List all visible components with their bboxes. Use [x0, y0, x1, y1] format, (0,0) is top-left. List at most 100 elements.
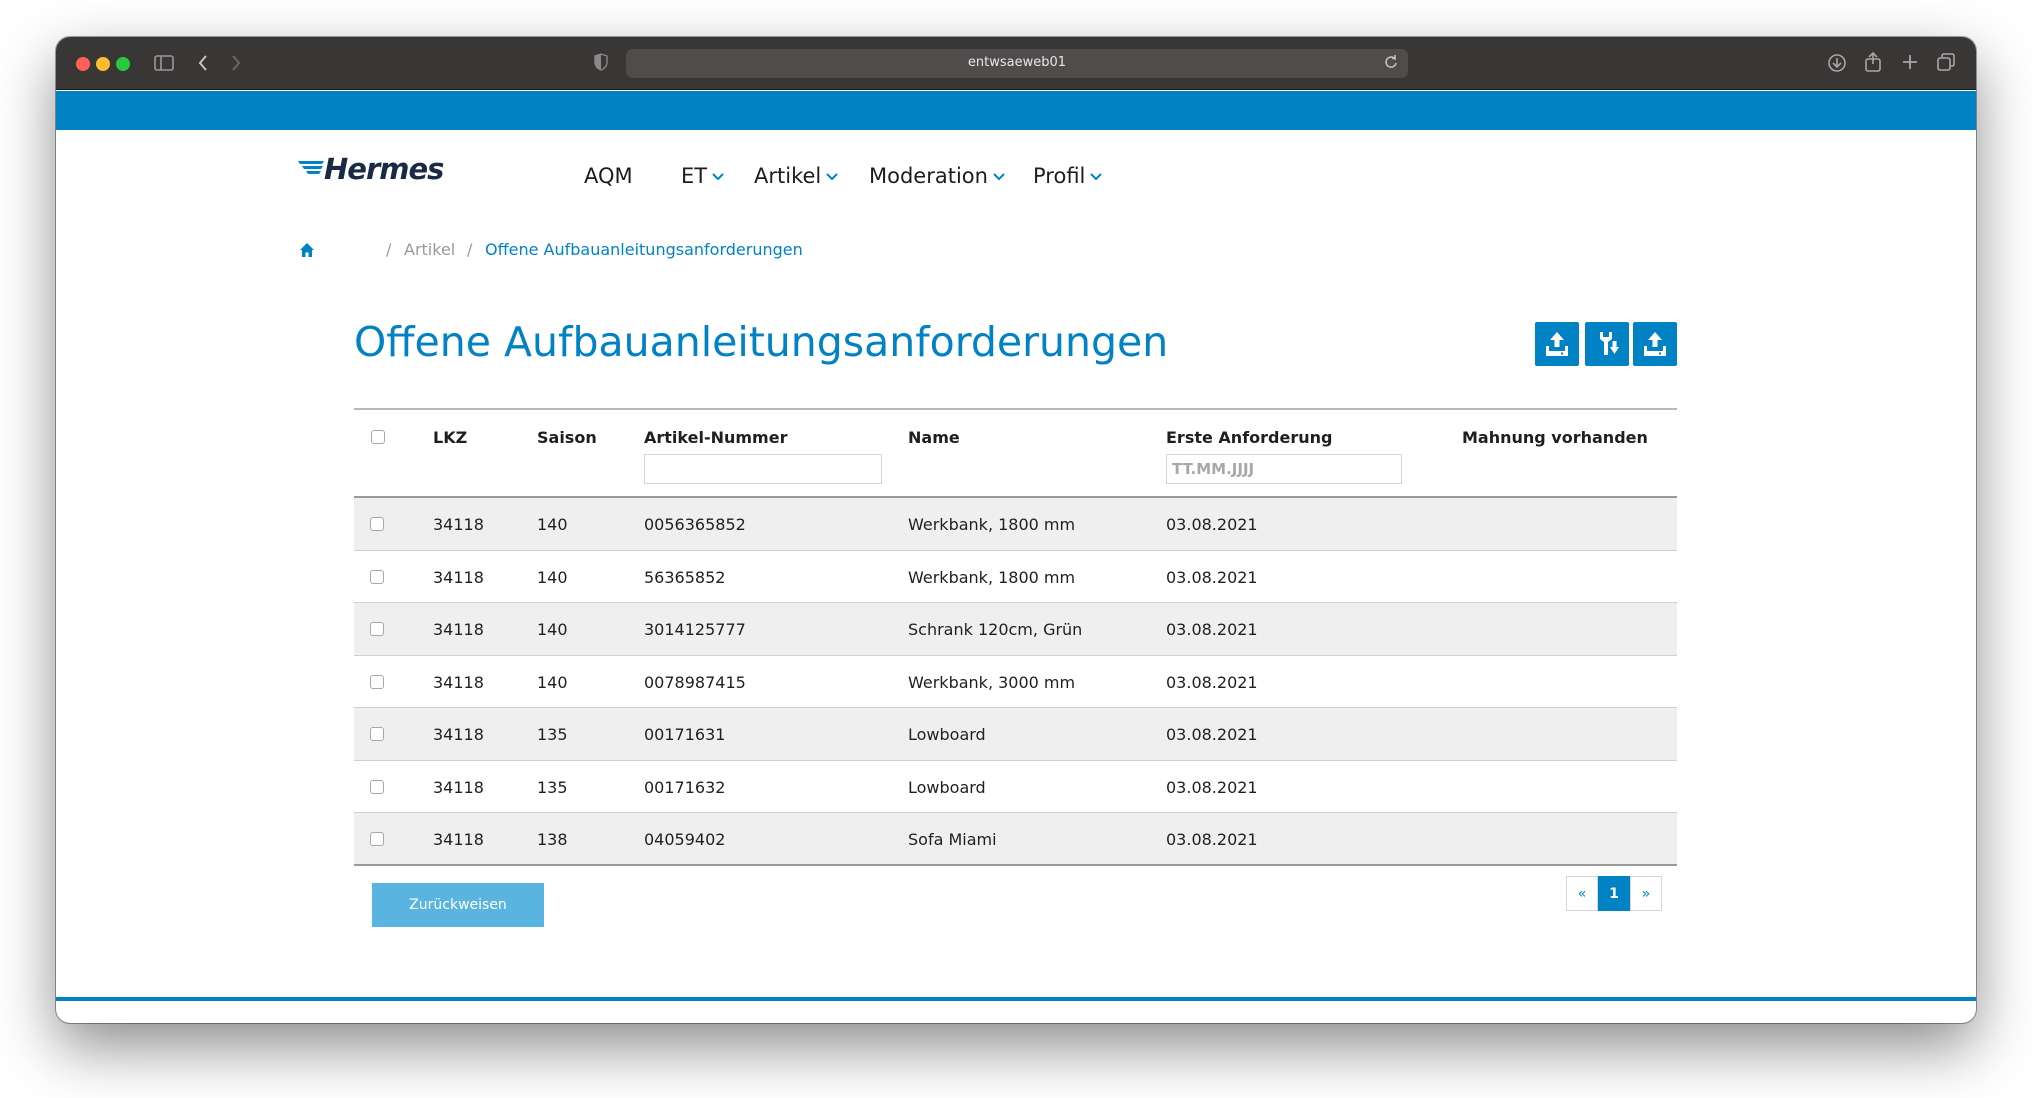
cell-saison: 140: [537, 567, 568, 587]
nav-et[interactable]: ET: [681, 164, 725, 188]
cell-lkz: 34118: [433, 725, 484, 744]
pagination: « 1 »: [1566, 876, 1662, 911]
nav-et-label: ET: [681, 164, 708, 188]
reject-button[interactable]: Zurückweisen: [372, 883, 544, 927]
pagination-prev[interactable]: «: [1566, 876, 1598, 911]
reload-icon[interactable]: [1384, 54, 1398, 70]
table-row[interactable]: 34118 135 00171632 Lowboard 03.08.2021: [354, 761, 1677, 813]
column-header-artikel-nummer[interactable]: Artikel-Nummer: [644, 428, 787, 447]
nav-artikel[interactable]: Artikel: [754, 164, 839, 188]
pagination-page-1[interactable]: 1: [1598, 876, 1630, 911]
downloads-icon[interactable]: [1827, 53, 1847, 73]
cell-erste-anforderung: 03.08.2021: [1166, 515, 1258, 534]
breadcrumb-current: Offene Aufbauanleitungsanforderungen: [485, 240, 803, 259]
row-checkbox[interactable]: [370, 517, 384, 531]
download-tool-icon: [1600, 332, 1619, 355]
table-row[interactable]: 34118 140 3014125777 Schrank 120cm, Grün…: [354, 603, 1677, 656]
erste-anforderung-filter-input[interactable]: [1166, 454, 1402, 484]
table-row[interactable]: 34118 135 00171631 Lowboard 03.08.2021: [354, 708, 1677, 761]
row-checkbox[interactable]: [370, 727, 384, 741]
row-checkbox[interactable]: [370, 622, 384, 636]
nav-moderation-label: Moderation: [869, 164, 988, 188]
column-header-name[interactable]: Name: [908, 428, 960, 447]
nav-aqm-label: AQM: [584, 164, 633, 188]
column-header-saison[interactable]: Saison: [537, 428, 597, 447]
close-window-button[interactable]: [76, 57, 90, 71]
column-header-lkz[interactable]: LKZ: [433, 428, 467, 447]
logo-text: Hermes: [324, 152, 444, 186]
row-checkbox[interactable]: [370, 674, 384, 689]
table-row[interactable]: 34118 138 04059402 Sofa Miami 03.08.2021: [354, 813, 1677, 866]
breadcrumb-item-artikel[interactable]: Artikel: [404, 240, 455, 259]
cell-erste-anforderung: 03.08.2021: [1166, 777, 1258, 797]
upload-icon: [1644, 332, 1666, 356]
cell-name: Sofa Miami: [908, 830, 997, 849]
share-icon[interactable]: [1864, 51, 1882, 73]
back-icon[interactable]: [197, 54, 209, 72]
home-icon[interactable]: [299, 242, 315, 258]
table-row[interactable]: 34118 140 0056365852 Werkbank, 1800 mm 0…: [354, 498, 1677, 551]
select-all-checkbox[interactable]: [371, 430, 385, 444]
cell-name: Werkbank, 1800 mm: [908, 567, 1076, 587]
new-tab-icon[interactable]: [1902, 54, 1918, 70]
chevron-down-icon: [1090, 173, 1103, 181]
minimize-window-button[interactable]: [96, 57, 110, 71]
cell-saison: 140: [537, 515, 568, 534]
cell-artikel-nummer: 3014125777: [644, 620, 746, 639]
breadcrumb-separator: /: [386, 240, 392, 259]
chevron-down-icon: [993, 173, 1005, 181]
footer-line: [56, 997, 1976, 1001]
cell-saison: 140: [537, 672, 568, 692]
cell-lkz: 34118: [433, 672, 484, 692]
artikel-nummer-filter-input[interactable]: [644, 454, 882, 484]
row-checkbox[interactable]: [370, 779, 384, 794]
zoom-window-button[interactable]: [116, 57, 130, 71]
cell-lkz: 34118: [433, 830, 484, 849]
download-tool-button[interactable]: [1585, 322, 1629, 366]
upload-button[interactable]: [1535, 322, 1579, 366]
upload-button[interactable]: [1633, 322, 1677, 366]
upload-icon: [1546, 332, 1568, 356]
cell-lkz: 34118: [433, 777, 484, 797]
hermes-logo[interactable]: Hermes: [298, 152, 458, 186]
pagination-next[interactable]: »: [1630, 876, 1662, 911]
nav-aqm[interactable]: AQM: [584, 164, 633, 188]
cell-saison: 140: [537, 620, 568, 639]
cell-erste-anforderung: 03.08.2021: [1166, 567, 1258, 587]
cell-artikel-nummer: 00171631: [644, 725, 726, 744]
cell-erste-anforderung: 03.08.2021: [1166, 672, 1258, 692]
nav-profil[interactable]: Profil: [1033, 164, 1103, 188]
column-header-erste-anforderung[interactable]: Erste Anforderung: [1166, 428, 1332, 447]
cell-erste-anforderung: 03.08.2021: [1166, 620, 1258, 639]
privacy-shield-icon[interactable]: [594, 53, 608, 71]
table-header: LKZ Saison Artikel-Nummer Name Erste Anf…: [354, 408, 1677, 498]
address-bar[interactable]: entwsaeweb01: [626, 49, 1408, 78]
tab-overview-icon[interactable]: [1937, 53, 1955, 71]
cell-erste-anforderung: 03.08.2021: [1166, 830, 1258, 849]
cell-artikel-nummer: 00171632: [644, 777, 726, 797]
cell-artikel-nummer: 04059402: [644, 830, 726, 849]
forward-icon[interactable]: [230, 54, 242, 72]
cell-saison: 138: [537, 830, 568, 849]
cell-name: Lowboard: [908, 777, 986, 797]
cell-lkz: 34118: [433, 620, 484, 639]
sidebar-toggle-icon[interactable]: [154, 54, 174, 72]
table-row[interactable]: 34118 140 56365852 Werkbank, 1800 mm 03.…: [354, 551, 1677, 603]
cell-saison: 135: [537, 725, 568, 744]
requests-table: LKZ Saison Artikel-Nummer Name Erste Anf…: [354, 408, 1677, 866]
page-title: Offene Aufbauanleitungsanforderungen: [354, 318, 1169, 366]
row-checkbox[interactable]: [370, 832, 384, 846]
cell-lkz: 34118: [433, 567, 484, 587]
breadcrumb-separator: /: [467, 240, 473, 259]
table-row[interactable]: 34118 140 0078987415 Werkbank, 3000 mm 0…: [354, 656, 1677, 708]
cell-name: Lowboard: [908, 725, 986, 744]
row-checkbox[interactable]: [370, 569, 384, 584]
browser-titlebar: entwsaeweb01: [56, 37, 1976, 90]
screen: entwsaeweb01 Hermes AQM ET Artikel Moder…: [0, 0, 2032, 1098]
cell-name: Werkbank, 3000 mm: [908, 672, 1076, 692]
cell-saison: 135: [537, 777, 568, 797]
column-header-mahnung[interactable]: Mahnung vorhanden: [1462, 428, 1648, 447]
cell-name: Schrank 120cm, Grün: [908, 620, 1083, 639]
chevron-down-icon: [826, 173, 838, 181]
nav-moderation[interactable]: Moderation: [869, 164, 1006, 188]
